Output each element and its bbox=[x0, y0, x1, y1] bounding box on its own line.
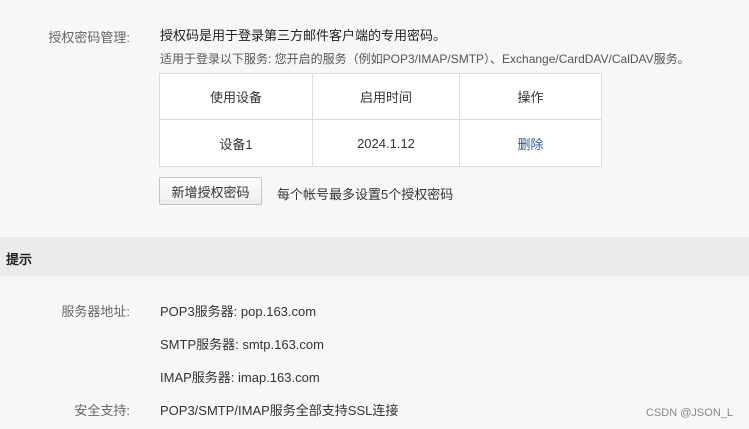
header-action: 操作 bbox=[459, 73, 602, 120]
device-table: 使用设备 启用时间 操作 设备1 2024.1.12 删除 bbox=[159, 73, 602, 167]
imap-server-text: IMAP服务器: imap.163.com bbox=[160, 370, 320, 385]
ssl-support-text: POP3/SMTP/IMAP服务全部支持SSL连接 bbox=[160, 403, 399, 418]
tips-header: 提示 bbox=[0, 237, 749, 276]
server-address-label: 服务器地址: bbox=[61, 304, 130, 319]
device-name-cell: 设备1 bbox=[159, 119, 313, 167]
auth-services-text: 适用于登录以下服务: 您开启的服务（例如POP3/IMAP/SMTP）、Exch… bbox=[160, 52, 690, 66]
auth-password-label: 授权密码管理: bbox=[48, 30, 130, 45]
table-row: 设备1 2024.1.12 删除 bbox=[159, 119, 602, 167]
header-device: 使用设备 bbox=[159, 73, 313, 120]
watermark: CSDN @JSON_L bbox=[646, 407, 733, 419]
add-auth-password-button[interactable]: 新增授权密码 bbox=[159, 177, 262, 205]
smtp-server-text: SMTP服务器: smtp.163.com bbox=[160, 337, 324, 352]
delete-link[interactable]: 删除 bbox=[517, 137, 543, 152]
max-password-note: 每个帐号最多设置5个授权密码 bbox=[277, 187, 454, 202]
security-support-label: 安全支持: bbox=[74, 403, 130, 418]
header-date: 启用时间 bbox=[312, 73, 460, 120]
tips-title: 提示 bbox=[6, 252, 33, 267]
action-cell: 删除 bbox=[459, 119, 602, 167]
pop3-server-text: POP3服务器: pop.163.com bbox=[160, 304, 317, 319]
enable-date-cell: 2024.1.12 bbox=[312, 119, 460, 167]
auth-intro-text: 授权码是用于登录第三方邮件客户端的专用密码。 bbox=[160, 28, 447, 43]
auth-password-section: 授权密码管理: 授权码是用于登录第三方邮件客户端的专用密码。 适用于登录以下服务… bbox=[0, 0, 749, 222]
table-header-row: 使用设备 启用时间 操作 bbox=[159, 73, 602, 120]
